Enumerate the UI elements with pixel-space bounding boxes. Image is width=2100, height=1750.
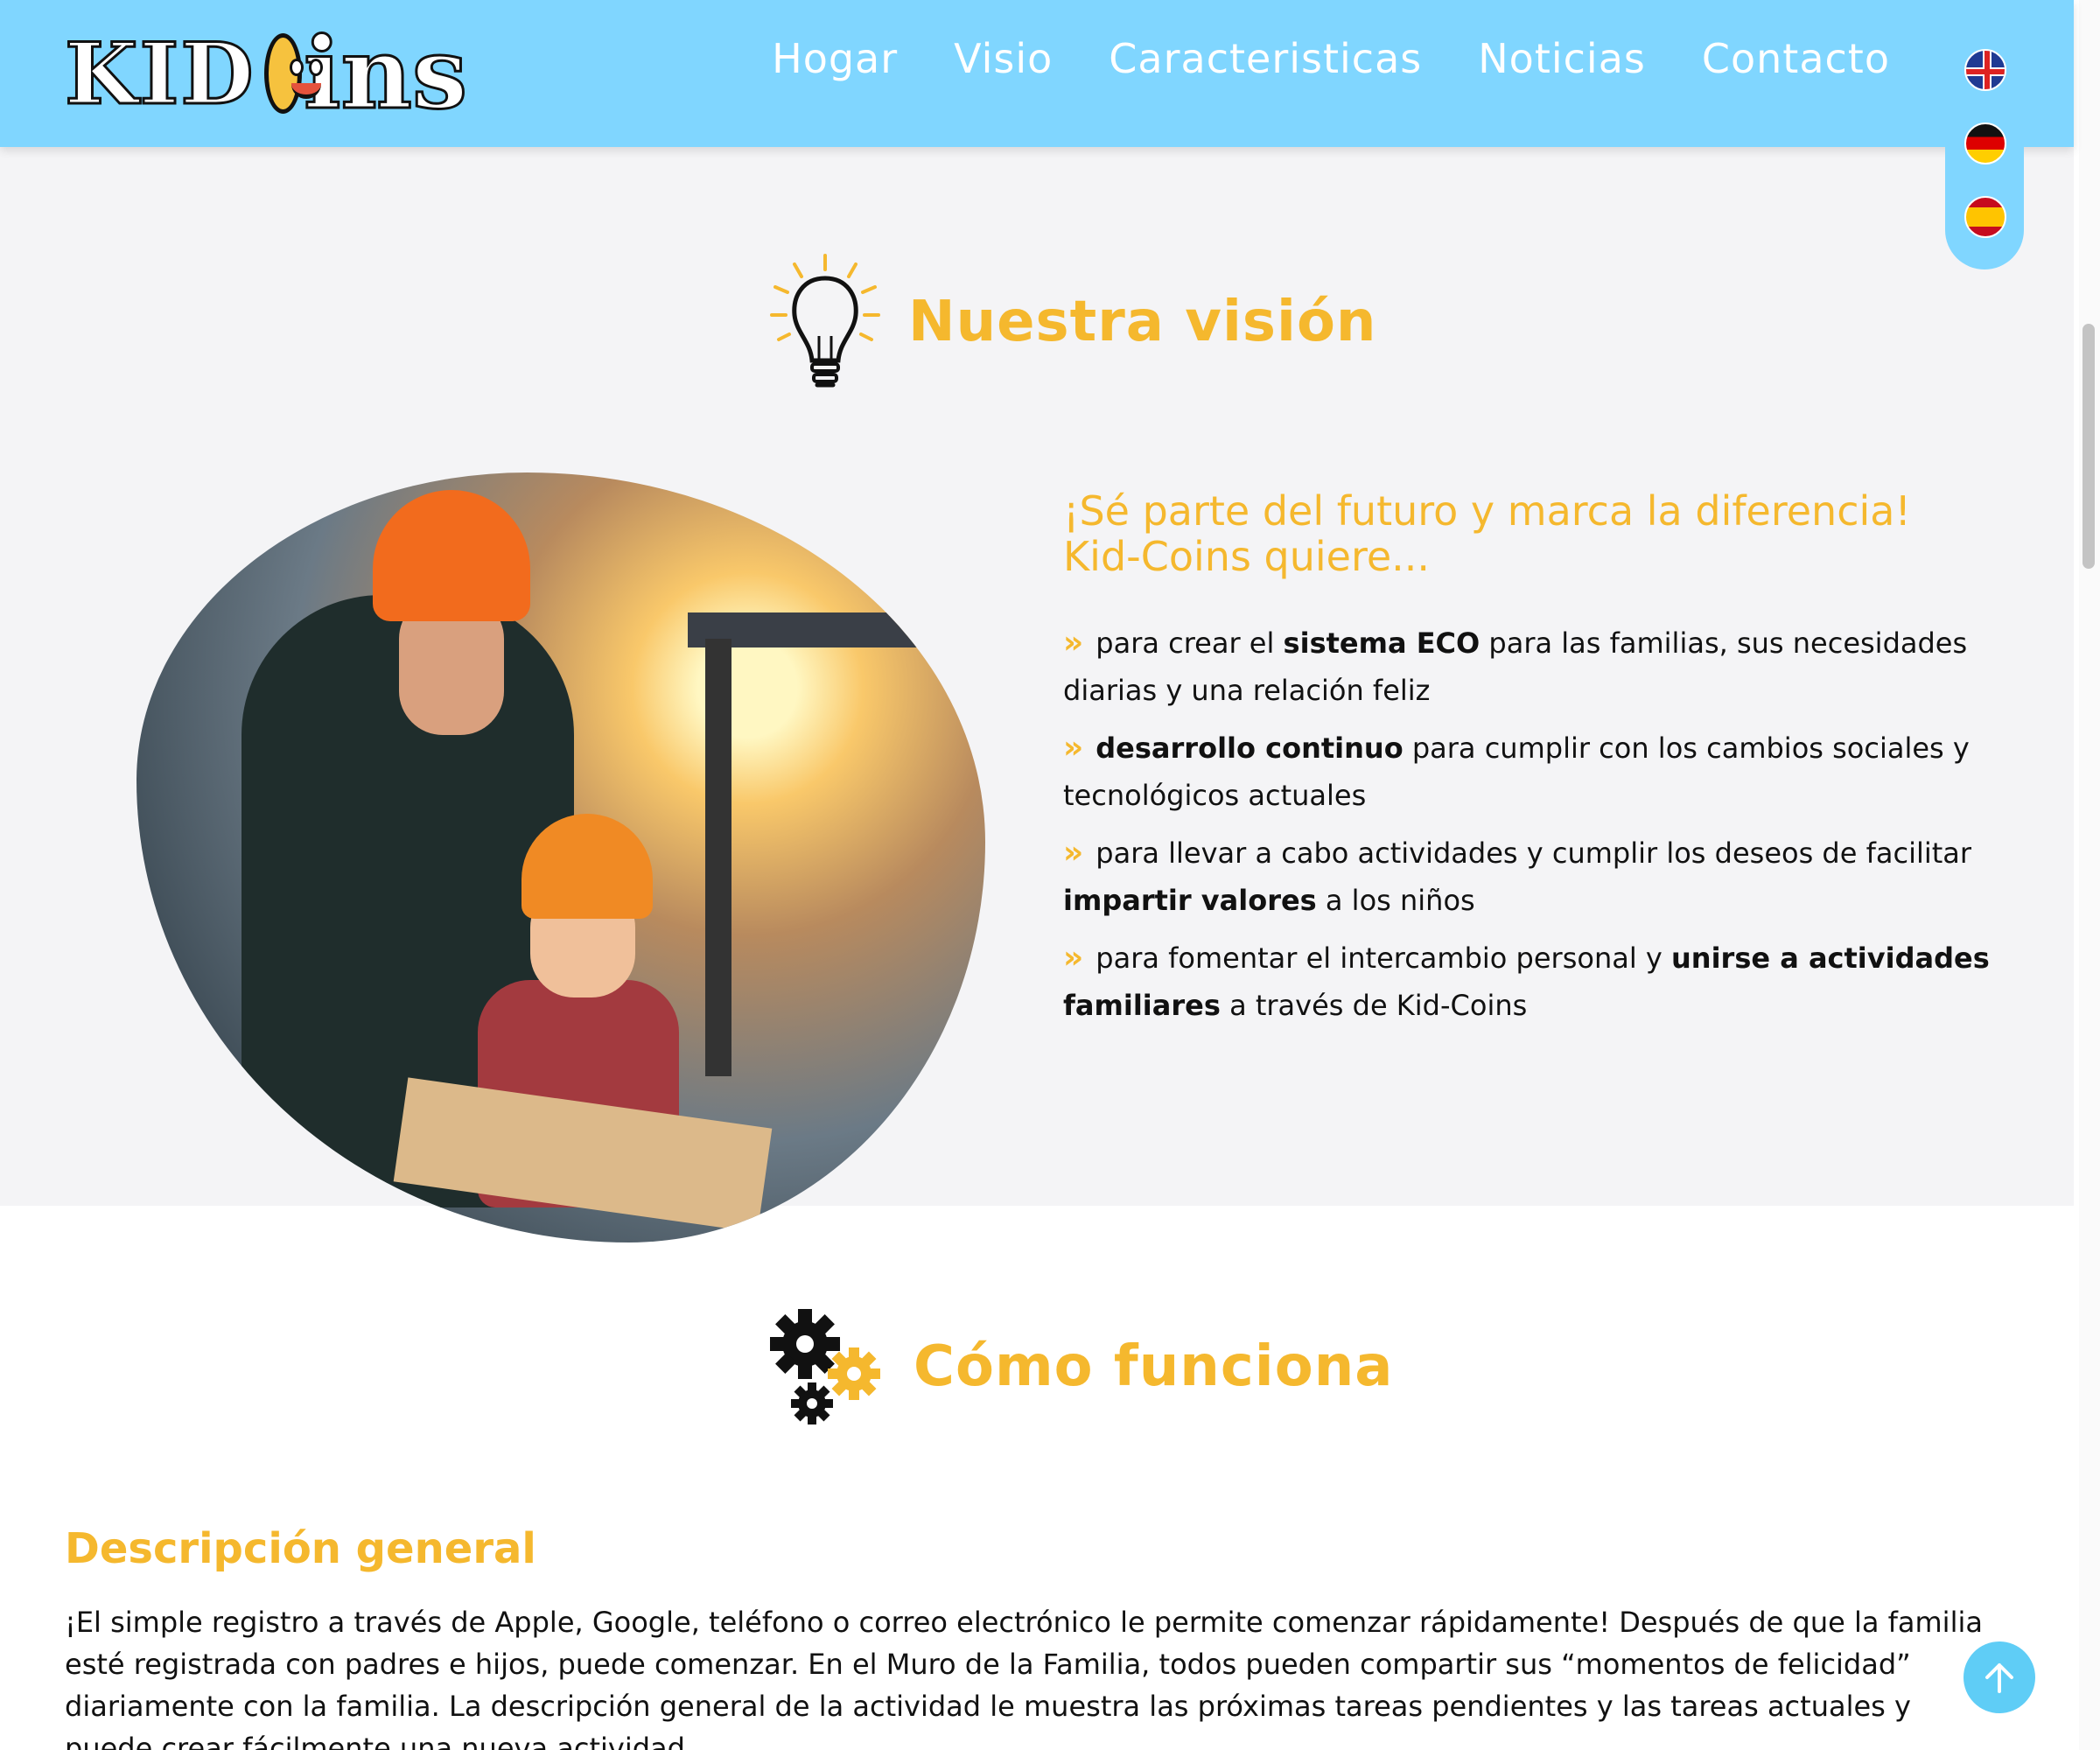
overview-subheading: Descripción general <box>65 1524 536 1573</box>
coin-mascot-icon <box>263 33 323 114</box>
gears-icon <box>770 1309 880 1424</box>
vision-lead-text: ¡Sé parte del futuro y marca la diferenc… <box>1063 487 1911 580</box>
nav-item-vision[interactable]: Visio <box>954 35 1053 82</box>
scrollbar-track[interactable] <box>2079 0 2100 1750</box>
vision-title: Nuestra visión <box>908 290 1377 354</box>
how-heading: Cómo funciona <box>766 1306 1393 1428</box>
scroll-to-top-button[interactable] <box>1964 1642 2035 1713</box>
uk-flag-icon[interactable] <box>1964 49 2006 91</box>
list-item: » para crear el sistema ECO para las fami… <box>1063 625 1968 707</box>
language-switcher <box>1945 26 2024 270</box>
nav-item-contact[interactable]: Contacto <box>1702 35 1890 82</box>
lightbulb-icon <box>770 254 880 388</box>
list-item: » para fomentar el intercambio personal y… <box>1063 940 1990 1022</box>
bullet-marker: » <box>1063 730 1084 766</box>
nav-item-features[interactable]: Caracteristicas <box>1109 35 1422 82</box>
list-item: » para llevar a cabo actividades y cumpli… <box>1063 835 1972 917</box>
arrow-up-icon <box>1985 1663 2013 1693</box>
how-title: Cómo funciona <box>914 1334 1394 1399</box>
germany-flag-icon[interactable] <box>1964 122 2006 164</box>
list-item: » desarrollo continuo para cumplir con lo… <box>1063 730 1970 812</box>
main-nav: Hogar Visio Caracteristicas Noticias Con… <box>772 35 1890 82</box>
nav-item-home[interactable]: Hogar <box>772 35 898 82</box>
logo-text-ins: ins <box>302 15 468 132</box>
site-header: KID ins Hogar Visio Caracteristicas Noti… <box>0 0 2074 147</box>
logo-text-kid: KID <box>64 23 256 124</box>
bullet-marker: » <box>1063 625 1084 661</box>
vision-points-list: » para crear el sistema ECO para las fami… <box>1063 620 1991 1040</box>
nav-item-news[interactable]: Noticias <box>1478 35 1646 82</box>
bullet-marker: » <box>1063 940 1084 976</box>
father-son-workshop-photo <box>136 472 985 1242</box>
scrollbar-thumb[interactable] <box>2082 324 2095 569</box>
spain-flag-icon[interactable] <box>1964 196 2006 238</box>
kidcoins-logo[interactable]: KID ins <box>64 15 469 132</box>
vision-section: Nuestra visión ¡Sé parte del futuro y ma… <box>0 147 2074 1242</box>
vision-heading: Nuestra visión <box>768 252 1376 392</box>
bullet-marker: » <box>1063 835 1084 871</box>
overview-paragraph: ¡El simple registro a través de Apple, G… <box>65 1606 1983 1750</box>
